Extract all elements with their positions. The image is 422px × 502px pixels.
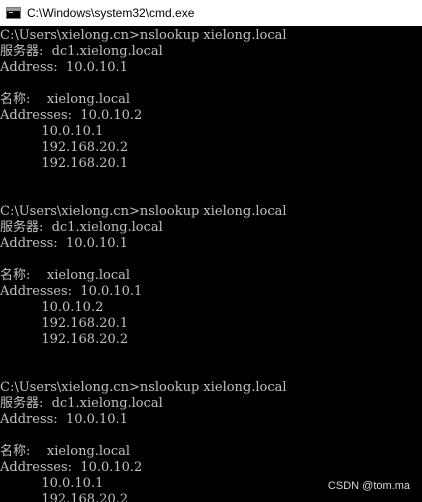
watermark: CSDN @tom.ma <box>327 480 410 492</box>
console-line: 名称: xielong.local <box>0 444 131 459</box>
console-line: 服务器: dc1.xielong.local <box>0 44 163 59</box>
console-line: Address: 10.0.10.1 <box>0 236 128 251</box>
console-line: 192.168.20.2 <box>0 140 129 155</box>
window-title: C:\Windows\system32\cmd.exe <box>27 6 195 20</box>
console-line: 192.168.20.1 <box>0 316 129 331</box>
console-line: Addresses: 10.0.10.2 <box>0 460 143 475</box>
console-line: 192.168.20.2 <box>0 492 129 502</box>
console-line: 192.168.20.1 <box>0 156 129 171</box>
console-line: Address: 10.0.10.1 <box>0 412 128 427</box>
console-line: C:\Users\xielong.cn>nslookup xielong.loc… <box>0 380 287 395</box>
console-output[interactable]: C:\Users\xielong.cn>nslookup xielong.loc… <box>0 28 422 502</box>
console-line: 10.0.10.1 <box>0 124 104 139</box>
title-bar[interactable]: C:\Windows\system32\cmd.exe <box>0 0 422 26</box>
console-line: Addresses: 10.0.10.1 <box>0 284 143 299</box>
console-line: 服务器: dc1.xielong.local <box>0 396 163 411</box>
console-line: C:\Users\xielong.cn>nslookup xielong.loc… <box>0 28 287 43</box>
console-line: 服务器: dc1.xielong.local <box>0 220 163 235</box>
console-line: 192.168.20.2 <box>0 332 129 347</box>
console-line: Addresses: 10.0.10.2 <box>0 108 143 123</box>
console-line: Address: 10.0.10.1 <box>0 60 128 75</box>
console-line: C:\Users\xielong.cn>nslookup xielong.loc… <box>0 204 287 219</box>
console-line: 名称: xielong.local <box>0 92 131 107</box>
console-line: 名称: xielong.local <box>0 268 131 283</box>
console-window-icon[interactable] <box>6 7 21 19</box>
console-line: 10.0.10.2 <box>0 300 104 315</box>
cmd-window: C:\Windows\system32\cmd.exe C:\Users\xie… <box>0 0 422 502</box>
